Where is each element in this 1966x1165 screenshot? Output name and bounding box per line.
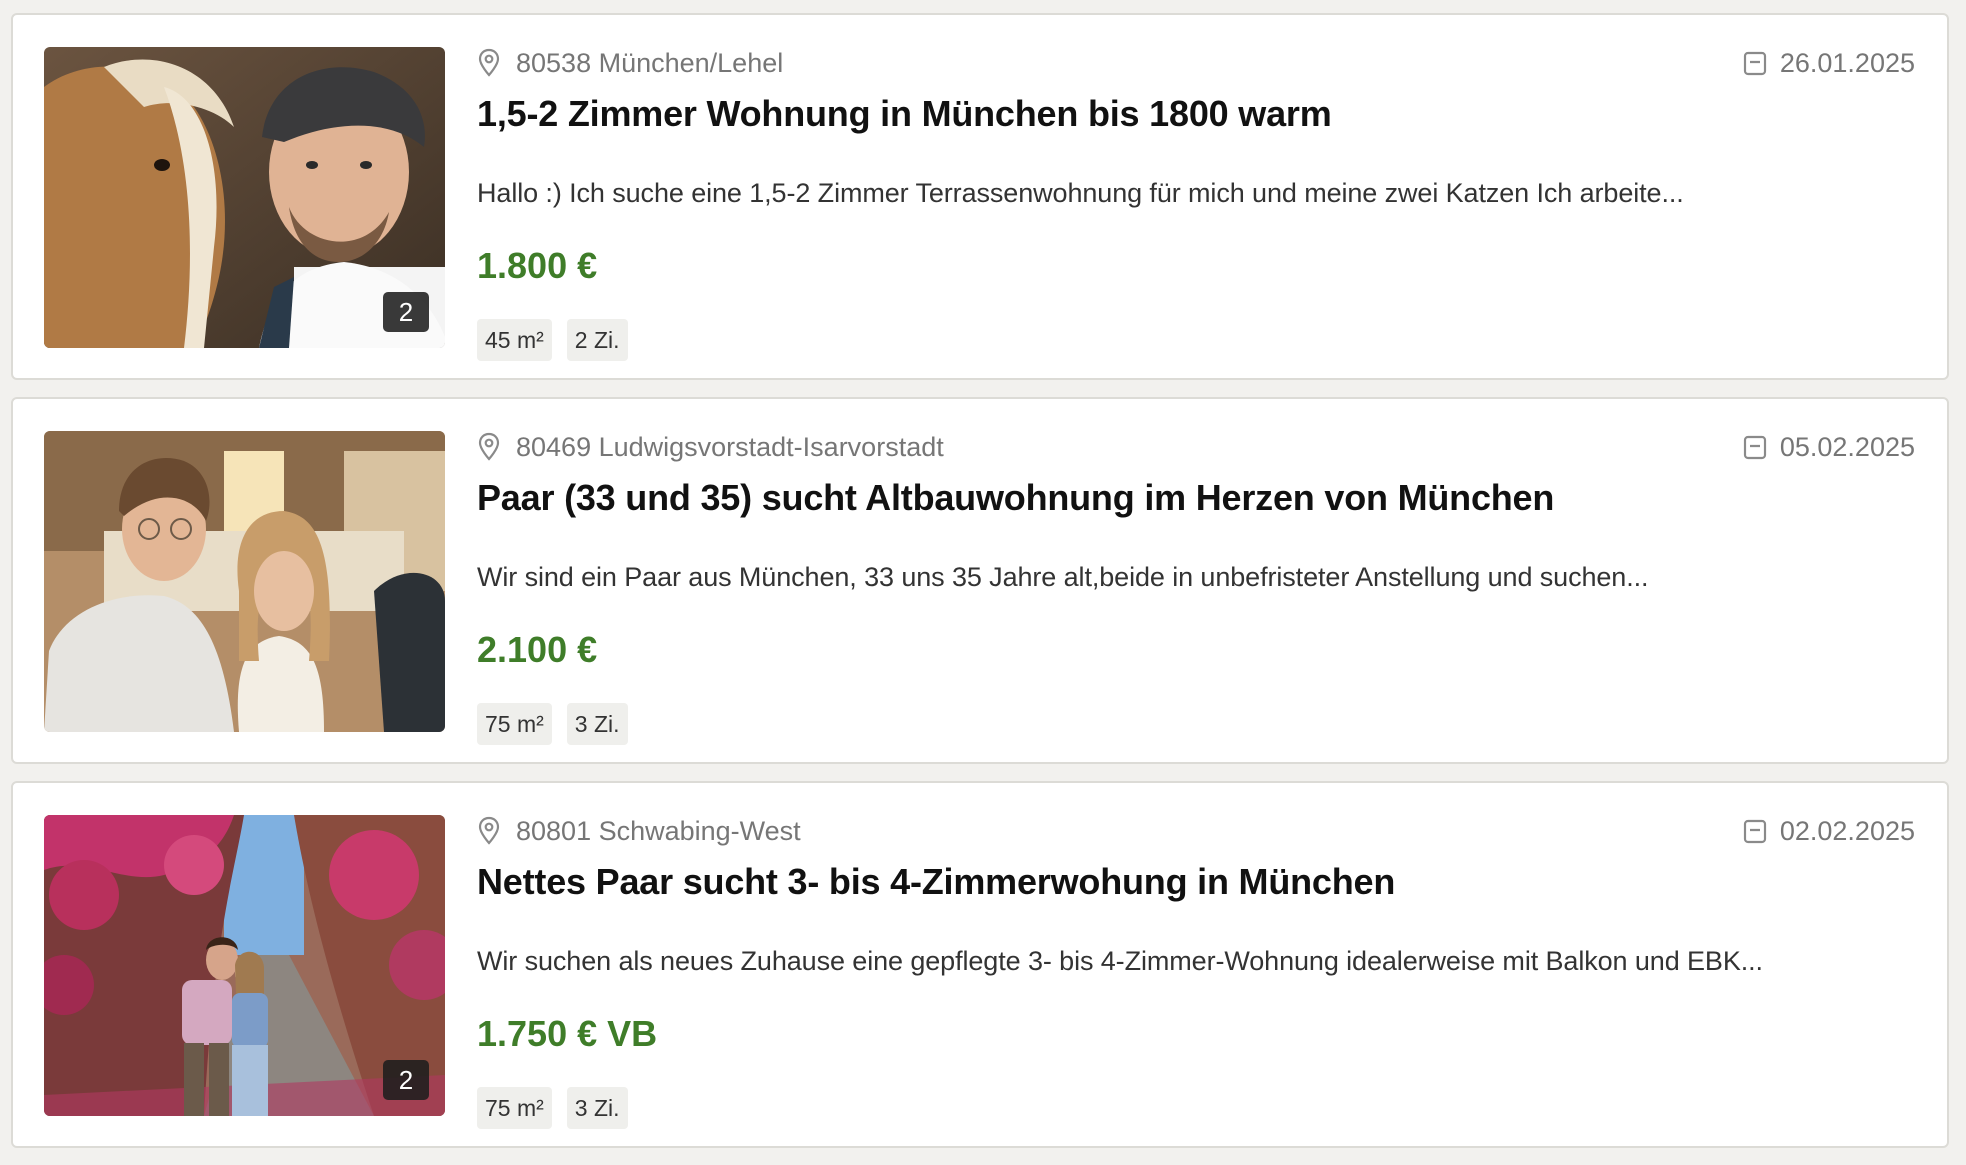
size-tag: 75 m²: [477, 1087, 552, 1129]
date-text: 05.02.2025: [1779, 431, 1915, 462]
listing-description: Wir sind ein Paar aus München, 33 uns 35…: [477, 562, 1649, 592]
listing-photo[interactable]: 2: [44, 47, 445, 348]
listing-price: 1.750 € VB: [477, 1013, 658, 1054]
listing-photo[interactable]: 2: [44, 815, 445, 1116]
rooms-tag: 3 Zi.: [566, 703, 628, 745]
listing-date: 02.02.2025: [1743, 813, 1915, 849]
image-count-badge: 2: [383, 1060, 429, 1100]
listing-tags: 75 m² 3 Zi.: [477, 703, 628, 745]
photo-couple-in-restaurant: [44, 431, 445, 732]
map-pin-icon: [477, 48, 501, 78]
map-pin-icon: [477, 816, 501, 846]
calendar-icon: [1743, 818, 1767, 844]
calendar-icon: [1743, 434, 1767, 460]
listing-date: 05.02.2025: [1743, 429, 1915, 465]
rooms-tag: 2 Zi.: [566, 319, 628, 361]
map-pin-icon: [477, 432, 501, 462]
listing-card[interactable]: 2 80538 München/Lehel 26.01.2025 1,5-2 Z…: [11, 13, 1949, 380]
listing-description: Wir suchen als neues Zuhause eine gepfle…: [477, 946, 1763, 976]
size-tag: 45 m²: [477, 319, 552, 361]
rooms-tag: 3 Zi.: [566, 1087, 628, 1129]
listing-title[interactable]: Nettes Paar sucht 3- bis 4-Zimmerwohung …: [477, 861, 1395, 903]
listing-tags: 45 m² 2 Zi.: [477, 319, 628, 361]
calendar-icon: [1743, 50, 1767, 76]
listing-description: Hallo :) Ich suche eine 1,5-2 Zimmer Ter…: [477, 178, 1684, 208]
listing-location: 80538 München/Lehel: [477, 45, 783, 81]
listing-tags: 75 m² 3 Zi.: [477, 1087, 628, 1129]
location-text: 80469 Ludwigsvorstadt-Isarvorstadt: [516, 431, 944, 462]
listing-card[interactable]: 80469 Ludwigsvorstadt-Isarvorstadt 05.02…: [11, 397, 1949, 764]
image-count-badge: 2: [383, 292, 429, 332]
date-text: 26.01.2025: [1779, 47, 1915, 78]
listing-price: 2.100 €: [477, 629, 598, 670]
listing-date: 26.01.2025: [1743, 45, 1915, 81]
listing-title[interactable]: 1,5-2 Zimmer Wohnung in München bis 1800…: [477, 93, 1332, 135]
location-text: 80801 Schwabing-West: [516, 815, 801, 846]
listing-price: 1.800 €: [477, 245, 598, 286]
listing-card[interactable]: 2 80801 Schwabing-West 02.02.2025 Nettes…: [11, 781, 1949, 1148]
listing-title[interactable]: Paar (33 und 35) sucht Altbauwohnung im …: [477, 477, 1554, 519]
listing-photo[interactable]: [44, 431, 445, 732]
size-tag: 75 m²: [477, 703, 552, 745]
date-text: 02.02.2025: [1779, 815, 1915, 846]
listing-location: 80801 Schwabing-West: [477, 813, 801, 849]
listing-list: 2 80538 München/Lehel 26.01.2025 1,5-2 Z…: [11, 13, 1949, 1165]
location-text: 80538 München/Lehel: [516, 47, 784, 78]
listing-location: 80469 Ludwigsvorstadt-Isarvorstadt: [477, 429, 944, 465]
